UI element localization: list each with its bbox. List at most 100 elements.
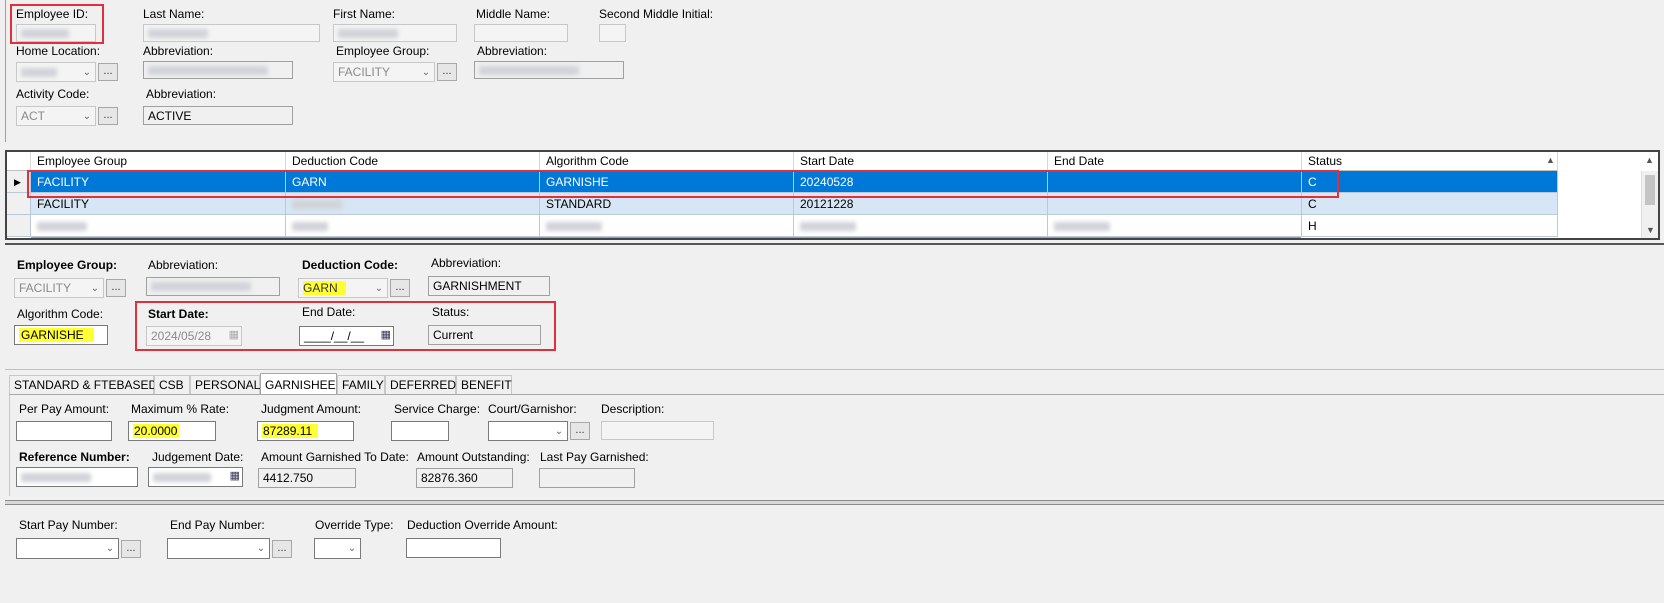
scroll-down-icon[interactable]: ▼ [1646,225,1655,235]
max-rate-input[interactable]: 20.0000 [128,421,216,441]
table-row[interactable]: H [7,215,1658,237]
per-pay-amount-input[interactable] [16,421,112,441]
cell-status[interactable]: C [1302,193,1558,215]
column-header-start-date[interactable]: Start Date [794,152,1048,171]
amount-garnished-label: Amount Garnished To Date: [261,450,409,464]
chevron-down-icon: ⌄ [347,543,357,554]
per-pay-amount-label: Per Pay Amount: [19,402,110,416]
row-header-cell [7,215,31,237]
tab-garnishee[interactable]: GARNISHEE [260,373,337,395]
vertical-scrollbar[interactable]: ▼ [1641,171,1658,238]
calendar-icon[interactable]: ▦ [381,328,391,343]
detail-deduction-code-label: Deduction Code: [302,258,398,272]
cell-algorithm-code[interactable]: GARNISHE [540,171,794,193]
status-field: Current [428,325,541,345]
table-row[interactable]: ▶ FACILITY GARN GARNISHE 20240528 C [7,171,1658,193]
reference-number-label: Reference Number: [19,450,130,464]
chevron-down-icon: ⌄ [256,543,266,554]
tab-personal[interactable]: PERSONAL [190,375,260,394]
cell-start-date[interactable]: 20121228 [794,193,1048,215]
start-pay-number-lookup-button[interactable]: ... [121,540,141,558]
tabs-divider [5,369,1664,370]
detail-employee-group-label: Employee Group: [17,258,118,272]
amount-outstanding-field: 82876.360 [416,468,513,488]
tab-benefit[interactable]: BENEFIT [456,375,512,394]
activity-code-combo: ACT ⌄ [16,106,96,126]
judgement-date-input[interactable]: ▦ [148,467,243,487]
chevron-down-icon: ⌄ [82,67,92,78]
column-header-employee-group[interactable]: Employee Group [31,152,286,171]
first-name-field [333,24,457,42]
end-date-field[interactable]: ____/__/__ ▦ [299,326,394,346]
middle-name-label: Middle Name: [476,7,551,21]
cell-employee-group[interactable]: FACILITY [31,171,286,193]
first-name-label: First Name: [333,7,396,21]
override-panel-divider [5,500,1664,505]
tab-standard-ftebased[interactable]: STANDARD & FTEBASED [9,375,157,394]
cell-deduction-code[interactable] [286,193,540,215]
scroll-up-icon[interactable]: ▲ [1645,155,1654,165]
row-header-cell [7,193,31,215]
cell-status[interactable]: C [1302,171,1558,193]
horizontal-scrollbar[interactable] [31,237,1301,238]
scrollbar-thumb[interactable] [1645,175,1655,205]
activity-code-lookup-button: ... [98,107,118,125]
employee-id-field [16,24,96,42]
cell-deduction-code[interactable] [286,215,540,237]
deductions-grid[interactable]: Employee Group Deduction Code Algorithm … [5,150,1660,240]
calendar-icon[interactable]: ▦ [230,469,240,484]
max-rate-value: 20.0000 [133,424,180,438]
sort-ascending-icon: ▲ [1546,155,1555,165]
column-header-end-date[interactable]: End Date [1048,152,1302,171]
employee-id-label: Employee ID: [16,7,89,21]
column-header-deduction-code[interactable]: Deduction Code [286,152,540,171]
end-pay-number-select[interactable]: ⌄ [167,538,270,559]
status-label: Status: [432,305,470,319]
cell-employee-group[interactable]: FACILITY [31,193,286,215]
detail-panel-divider [5,243,1664,245]
column-header-status[interactable]: Status [1302,152,1558,171]
deduction-override-amount-input[interactable] [406,538,501,558]
detail-employee-group-abbreviation-field [146,277,280,296]
cell-end-date[interactable] [1048,193,1302,215]
table-row[interactable]: FACILITY STANDARD 20121228 C [7,193,1658,215]
last-pay-garnished-label: Last Pay Garnished: [540,450,649,464]
detail-abbreviation-label: Abbreviation: [148,258,219,272]
column-header-algorithm-code[interactable]: Algorithm Code [540,152,794,171]
detail-deduction-code-lookup-button: ... [390,279,410,297]
cell-end-date[interactable] [1048,215,1302,237]
court-garnishor-lookup-button[interactable]: ... [570,422,590,440]
judgment-amount-value: 87289.11 [262,424,319,438]
court-garnishor-label: Court/Garnishor: [488,402,577,416]
max-rate-label: Maximum % Rate: [131,402,230,416]
tab-deferred[interactable]: DEFERRED [385,375,456,394]
last-name-label: Last Name: [143,7,205,21]
judgment-amount-label: Judgment Amount: [261,402,362,416]
override-type-label: Override Type: [315,518,394,532]
end-pay-number-lookup-button[interactable]: ... [272,540,292,558]
chevron-down-icon: ⌄ [105,543,115,554]
tab-csb[interactable]: CSB [154,375,190,394]
service-charge-input[interactable] [391,421,449,441]
override-type-select[interactable]: ⌄ [314,538,361,559]
service-charge-label: Service Charge: [394,402,481,416]
judgment-amount-input[interactable]: 87289.11 [257,421,354,441]
reference-number-input[interactable] [16,467,138,487]
court-garnishor-select[interactable]: ⌄ [488,421,568,441]
algorithm-code-value: GARNISHE [19,328,94,342]
cell-employee-group[interactable] [31,215,286,237]
cell-start-date[interactable] [794,215,1048,237]
algorithm-code-label: Algorithm Code: [17,307,104,321]
cell-deduction-code[interactable]: GARN [286,171,540,193]
last-name-field [143,24,320,42]
cell-end-date[interactable] [1048,171,1302,193]
cell-start-date[interactable]: 20240528 [794,171,1048,193]
detail-deduction-abbreviation-label: Abbreviation: [431,256,502,270]
cell-algorithm-code[interactable]: STANDARD [540,193,794,215]
cell-status[interactable]: H [1302,215,1558,237]
tab-family[interactable]: FAMILY [337,375,385,394]
chevron-down-icon: ⌄ [82,111,92,122]
cell-algorithm-code[interactable] [540,215,794,237]
detail-employee-group-lookup-button: ... [106,279,126,297]
start-pay-number-select[interactable]: ⌄ [16,538,119,559]
